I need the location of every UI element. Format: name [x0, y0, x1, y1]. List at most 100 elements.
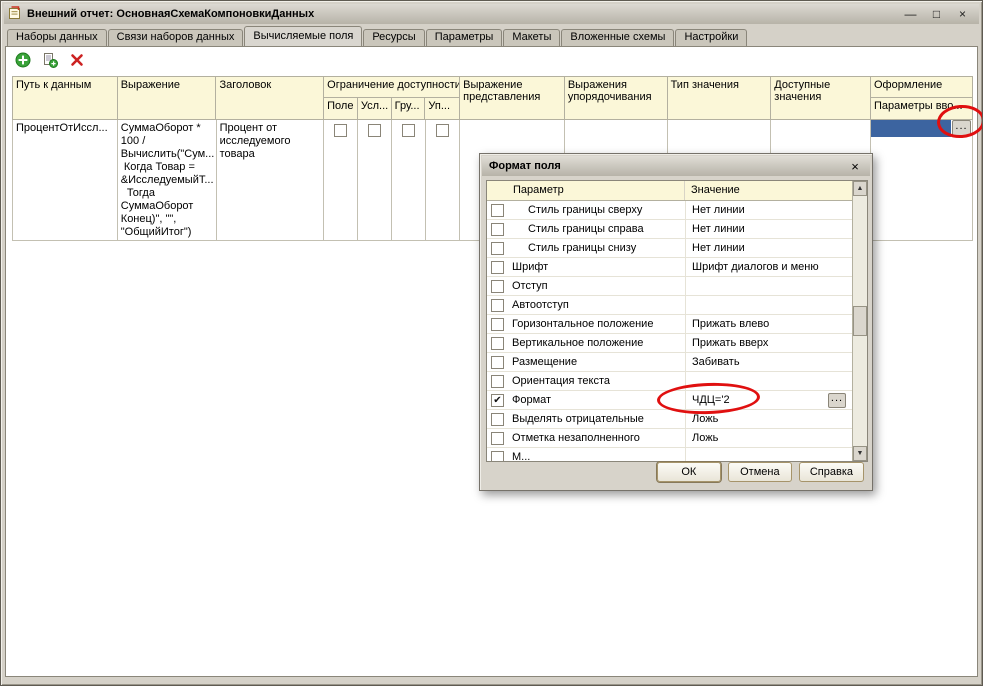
column-group-restriction: Ограничение доступности Поле Усл... Гру.…	[324, 77, 460, 119]
format-param-row-7[interactable]: Вертикальное положениеПрижать вверх	[487, 334, 852, 353]
column-header-order[interactable]: Уп...	[425, 98, 459, 119]
param-value[interactable]	[685, 372, 852, 390]
cell-appearance[interactable]: ...	[871, 120, 972, 240]
cell-path[interactable]: ПроцентОтИссл...	[13, 120, 118, 240]
grid-toolbar	[14, 51, 86, 69]
format-param-row-13[interactable]: М...	[487, 448, 852, 461]
cell-restriction-order[interactable]	[426, 120, 460, 240]
param-value[interactable]	[685, 448, 852, 461]
cell-expression[interactable]: СуммаОборот * 100 / Вычислить("Сум... Ко…	[118, 120, 217, 240]
tab-nested-schemas[interactable]: Вложенные схемы	[561, 29, 674, 46]
format-param-row-3[interactable]: ШрифтШрифт диалогов и меню	[487, 258, 852, 277]
delete-button[interactable]	[68, 51, 86, 69]
param-checkbox[interactable]	[491, 280, 504, 293]
add-copy-button[interactable]	[41, 51, 59, 69]
tab-parameters[interactable]: Параметры	[426, 29, 503, 46]
param-value[interactable]: Нет линии	[685, 239, 852, 257]
format-param-row-10[interactable]: ✔ФорматЧДЦ='2...	[487, 391, 852, 410]
format-param-row-8[interactable]: РазмещениеЗабивать	[487, 353, 852, 372]
param-value[interactable]: Шрифт диалогов и меню	[685, 258, 852, 276]
param-value[interactable]	[685, 277, 852, 295]
tab-data-sets[interactable]: Наборы данных	[7, 29, 107, 46]
tab-data-set-links[interactable]: Связи наборов данных	[108, 29, 244, 46]
param-checkbox[interactable]	[491, 451, 504, 462]
cell-title[interactable]: Процент от исследуемого товара	[217, 120, 325, 240]
format-param-row-0[interactable]: Стиль границы сверхуНет линии	[487, 201, 852, 220]
column-header-appearance-params[interactable]: Параметры вво...	[871, 98, 972, 119]
ok-button[interactable]: ОК	[657, 462, 721, 482]
param-value[interactable]: Прижать вверх	[685, 334, 852, 352]
column-header-ordering[interactable]: Выражения упорядочивания	[565, 77, 668, 119]
param-value[interactable]: Ложь	[685, 410, 852, 428]
param-value[interactable]: Нет линии	[685, 201, 852, 219]
format-param-row-6[interactable]: Горизонтальное положениеПрижать влево	[487, 315, 852, 334]
tab-settings[interactable]: Настройки	[675, 29, 747, 46]
value-column-header: Значение	[685, 181, 852, 200]
param-value[interactable]: Забивать	[685, 353, 852, 371]
column-header-group[interactable]: Гру...	[392, 98, 426, 119]
column-header-path[interactable]: Путь к данным	[13, 77, 118, 119]
param-value[interactable]	[685, 296, 852, 314]
column-header-appearance[interactable]: Оформление	[871, 77, 972, 98]
column-header-field[interactable]: Поле	[324, 98, 358, 119]
format-param-row-12[interactable]: Отметка незаполненногоЛожь	[487, 429, 852, 448]
cell-restriction-field[interactable]	[324, 120, 358, 240]
column-header-expression[interactable]: Выражение	[118, 77, 217, 119]
param-checkbox[interactable]	[491, 413, 504, 426]
param-checkbox[interactable]	[491, 318, 504, 331]
format-param-row-9[interactable]: Ориентация текста	[487, 372, 852, 391]
param-checkbox[interactable]	[491, 299, 504, 312]
group-checkbox[interactable]	[402, 124, 415, 137]
column-header-restriction[interactable]: Ограничение доступности	[324, 77, 459, 98]
appearance-params-ellipsis-button[interactable]: ...	[952, 120, 971, 136]
param-name: Вертикальное положение	[504, 337, 685, 349]
param-value[interactable]: Ложь	[685, 429, 852, 447]
column-header-available-values[interactable]: Доступные значения	[771, 77, 871, 119]
column-header-value-type[interactable]: Тип значения	[668, 77, 772, 119]
field-checkbox[interactable]	[334, 124, 347, 137]
param-checkbox[interactable]	[491, 337, 504, 350]
scroll-thumb[interactable]	[853, 306, 867, 336]
format-dialog: Формат поля × Параметр Значение Стиль гр…	[479, 153, 873, 491]
format-param-row-11[interactable]: Выделять отрицательныеЛожь	[487, 410, 852, 429]
dialog-title-bar: Формат поля ×	[482, 156, 870, 176]
tab-calculated-fields[interactable]: Вычисляемые поля	[244, 26, 362, 46]
order-checkbox[interactable]	[436, 124, 449, 137]
help-button[interactable]: Справка	[799, 462, 864, 482]
param-checkbox[interactable]	[491, 261, 504, 274]
param-value[interactable]: ЧДЦ='2	[685, 391, 852, 409]
scroll-down-icon[interactable]: ▼	[853, 446, 867, 461]
params-rows: Стиль границы сверхуНет линииСтиль грани…	[487, 201, 852, 461]
format-value-ellipsis-button[interactable]: ...	[828, 393, 846, 408]
scroll-up-icon[interactable]: ▲	[853, 181, 867, 196]
param-checkbox[interactable]	[491, 204, 504, 217]
tab-resources[interactable]: Ресурсы	[363, 29, 424, 46]
param-value[interactable]: Прижать влево	[685, 315, 852, 333]
format-param-row-2[interactable]: Стиль границы снизуНет линии	[487, 239, 852, 258]
column-header-presentation[interactable]: Выражение представления	[460, 77, 565, 119]
scrollbar[interactable]: ▲ ▼	[852, 181, 867, 461]
param-checkbox[interactable]	[491, 242, 504, 255]
cell-restriction-group[interactable]	[392, 120, 426, 240]
close-button[interactable]: ×	[954, 7, 971, 22]
format-param-row-5[interactable]: Автоотступ	[487, 296, 852, 315]
param-value[interactable]: Нет линии	[685, 220, 852, 238]
dialog-close-button[interactable]: ×	[847, 159, 863, 174]
param-name: Шрифт	[504, 261, 685, 273]
param-checkbox[interactable]	[491, 223, 504, 236]
param-checkbox[interactable]	[491, 432, 504, 445]
condition-checkbox[interactable]	[368, 124, 381, 137]
minimize-button[interactable]: —	[902, 7, 919, 22]
format-param-row-1[interactable]: Стиль границы справаНет линии	[487, 220, 852, 239]
format-param-row-4[interactable]: Отступ	[487, 277, 852, 296]
cell-restriction-condition[interactable]	[358, 120, 392, 240]
param-checkbox[interactable]: ✔	[491, 394, 504, 407]
add-button[interactable]	[14, 51, 32, 69]
tab-layouts[interactable]: Макеты	[503, 29, 560, 46]
maximize-button[interactable]: □	[928, 7, 945, 22]
column-header-title[interactable]: Заголовок	[216, 77, 324, 119]
param-checkbox[interactable]	[491, 375, 504, 388]
param-checkbox[interactable]	[491, 356, 504, 369]
cancel-button[interactable]: Отмена	[728, 462, 792, 482]
column-header-condition[interactable]: Усл...	[358, 98, 392, 119]
